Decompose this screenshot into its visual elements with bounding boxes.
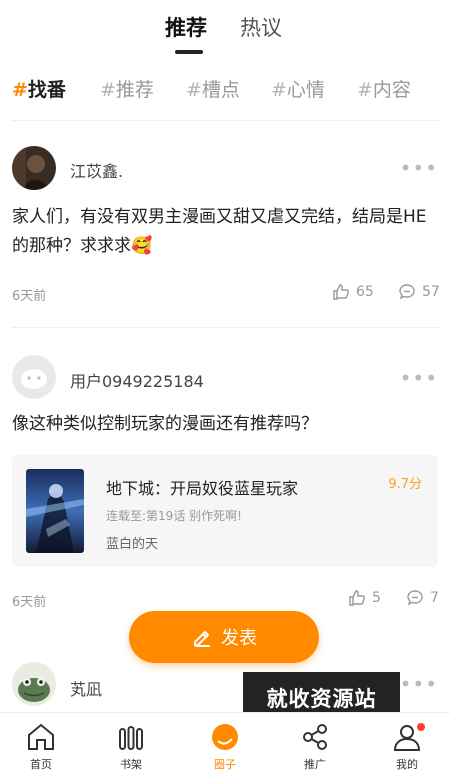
like-stat[interactable]: 65 — [332, 283, 374, 301]
topic-complaints[interactable]: #槽点 — [186, 75, 240, 102]
nav-circle[interactable]: 圈子 — [195, 721, 255, 772]
like-count: 65 — [356, 284, 374, 300]
more-icon[interactable]: ••• — [400, 672, 438, 696]
nav-profile[interactable]: 我的 — [377, 721, 437, 772]
nav-label: 我的 — [396, 758, 418, 771]
avatar[interactable] — [12, 662, 56, 706]
username[interactable]: 用户0949225184 — [70, 368, 204, 392]
comment-icon — [407, 590, 423, 606]
more-icon[interactable]: ••• — [400, 156, 438, 180]
manga-card[interactable]: 地下城：开局奴役蓝星玩家 9.7分 连载至:第19话 别作死啊! 蓝白的天 — [12, 455, 438, 567]
divider — [12, 327, 438, 328]
thumbs-up-icon — [349, 590, 365, 606]
manga-cover — [26, 469, 84, 553]
nav-bookshelf[interactable]: 书架 — [101, 721, 161, 772]
nav-label: 推广 — [304, 758, 326, 771]
post-time: 6天前 — [12, 289, 47, 304]
tab-hot[interactable]: 热议 — [240, 12, 282, 42]
manga-author: 蓝白的天 — [106, 537, 159, 552]
post-time: 6天前 — [12, 595, 47, 610]
manga-title: 地下城：开局奴役蓝星玩家 — [106, 479, 299, 498]
comment-stat[interactable]: 7 — [406, 589, 439, 607]
notification-badge — [417, 723, 425, 731]
post-text[interactable]: 像这种类似控制玩家的漫画还有推荐吗？ — [12, 410, 438, 439]
manga-score: 9.7分 — [388, 477, 422, 492]
topic-bar: #找番 #推荐 #槽点 #心情 #内容 — [0, 75, 450, 105]
username[interactable]: 芄凪 — [70, 676, 102, 700]
like-count: 5 — [372, 590, 381, 606]
publish-label: 发表 — [221, 628, 257, 649]
comment-icon — [399, 284, 415, 300]
pen-icon — [194, 630, 210, 647]
home-icon — [28, 723, 54, 750]
topic-label: 推荐 — [115, 79, 154, 101]
divider — [12, 120, 438, 121]
thumbs-up-icon — [333, 284, 349, 300]
circle-icon — [212, 724, 238, 750]
topic-content[interactable]: #内容 — [357, 75, 411, 102]
nav-label: 圈子 — [214, 758, 236, 771]
tab-indicator — [175, 50, 203, 54]
more-icon[interactable]: ••• — [400, 366, 438, 390]
bottom-nav: 首页 书架 圈子 推广 我的 — [0, 712, 450, 777]
avatar[interactable] — [12, 355, 56, 399]
topic-label: 内容 — [372, 79, 411, 101]
nav-label: 书架 — [120, 758, 142, 771]
nav-home[interactable]: 首页 — [11, 721, 71, 772]
top-tabs: 推荐 热议 — [0, 0, 450, 60]
bookshelf-icon — [119, 726, 143, 750]
manga-update: 连载至:第19话 别作死啊! — [106, 509, 242, 523]
publish-button[interactable]: 发表 — [129, 611, 319, 663]
topic-mood[interactable]: #心情 — [271, 75, 325, 102]
nav-promote[interactable]: 推广 — [285, 721, 345, 772]
topic-label: 心情 — [286, 79, 325, 101]
topic-find-anime[interactable]: #找番 — [12, 75, 66, 102]
like-stat[interactable]: 5 — [348, 589, 381, 607]
nav-label: 首页 — [30, 758, 52, 771]
post-text[interactable]: 家人们，有没有双男主漫画又甜又虐又完结，结局是HE的那种？求求求🥰 — [12, 203, 438, 261]
username[interactable]: 江苡鑫. — [70, 158, 123, 182]
comment-count: 7 — [430, 590, 439, 606]
comment-count: 57 — [422, 284, 440, 300]
topic-label: 找番 — [27, 79, 66, 101]
share-icon — [303, 724, 327, 750]
topic-label: 槽点 — [201, 79, 240, 101]
tab-recommend[interactable]: 推荐 — [165, 12, 207, 42]
comment-stat[interactable]: 57 — [398, 283, 440, 301]
avatar[interactable] — [12, 146, 56, 190]
topic-recommend[interactable]: #推荐 — [100, 75, 154, 102]
